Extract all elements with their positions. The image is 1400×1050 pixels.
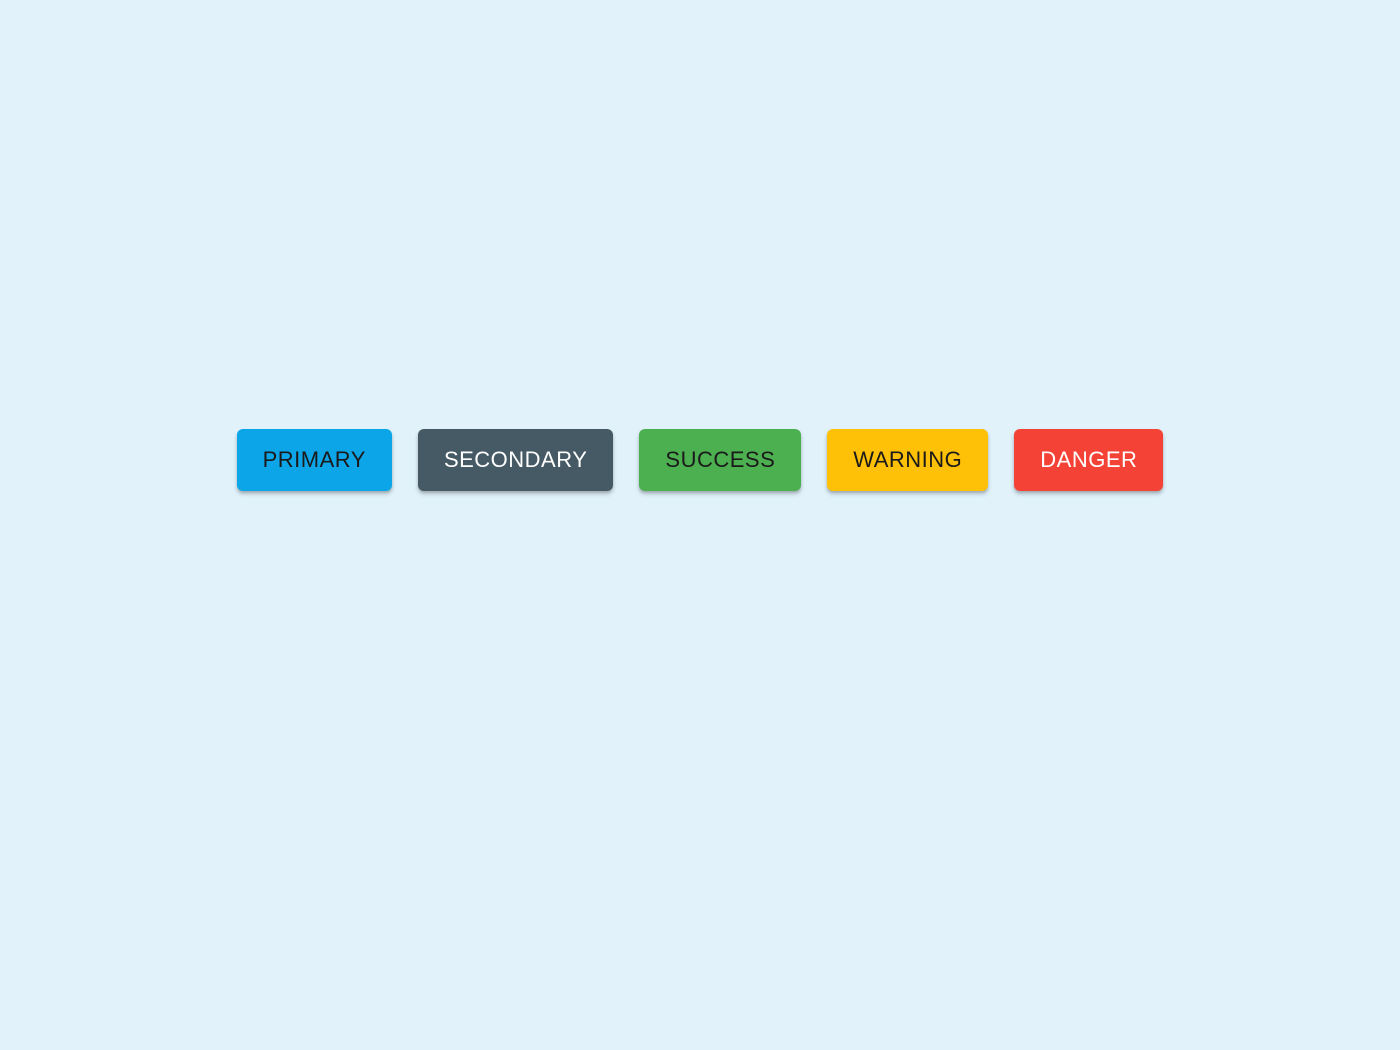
warning-button[interactable]: WARNING bbox=[827, 429, 988, 491]
primary-button[interactable]: PRIMARY bbox=[237, 429, 392, 491]
danger-button[interactable]: DANGER bbox=[1014, 429, 1163, 491]
secondary-button[interactable]: SECONDARY bbox=[418, 429, 613, 491]
success-button[interactable]: SUCCESS bbox=[639, 429, 801, 491]
button-row: PRIMARY SECONDARY SUCCESS WARNING DANGER bbox=[237, 429, 1164, 491]
